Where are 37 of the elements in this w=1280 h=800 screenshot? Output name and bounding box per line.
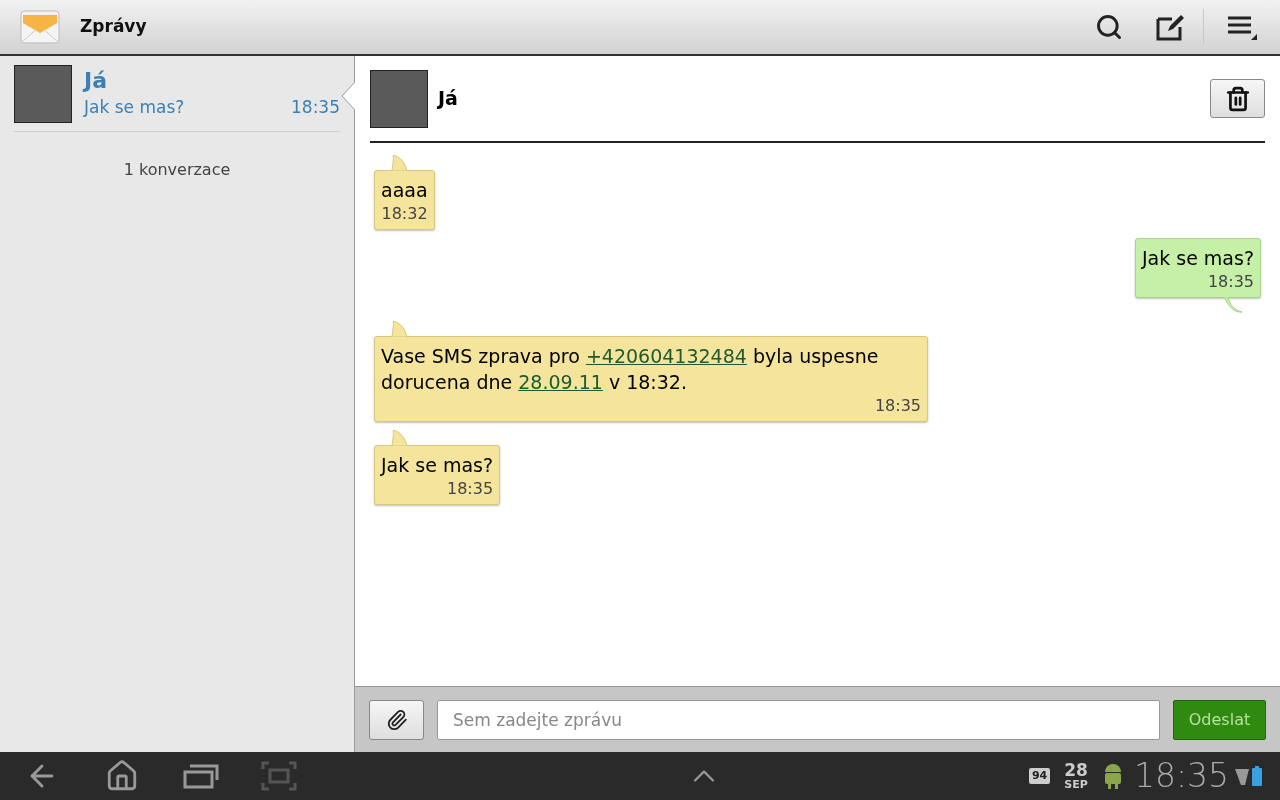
- conversation-count: 1 konverzace: [123, 159, 231, 181]
- search-icon: [1095, 13, 1123, 41]
- message-snippet: Jak se mas?: [84, 95, 185, 119]
- message-time: 18:35: [291, 95, 340, 119]
- menu-icon: [1227, 14, 1257, 40]
- recent-apps-icon: [183, 762, 219, 790]
- conversation-item[interactable]: Já Jak se mas? 18:35: [14, 56, 340, 132]
- screenshot-icon: [261, 761, 297, 791]
- photo-placeholder: [14, 64, 72, 123]
- envelope-icon: [20, 7, 60, 47]
- message-text: aaaa: [381, 178, 428, 203]
- message-time: 18:35: [446, 478, 494, 500]
- delete-button[interactable]: [1210, 79, 1265, 118]
- notification-badge: 94: [1028, 767, 1051, 785]
- calendar-month: SEP: [1064, 779, 1088, 790]
- message-time: 18:35: [874, 395, 921, 417]
- contact-name: Já: [438, 86, 458, 112]
- compose-icon: [1156, 13, 1186, 41]
- message-text: Vase SMS zprava pro +420604132484 byla uspesne dorucena dne 28.09.11 v 18:32.: [381, 344, 880, 395]
- message-link[interactable]: +420604132484: [585, 345, 747, 367]
- status-clock: 18:35: [1133, 755, 1229, 798]
- message-link[interactable]: 28.09.11: [518, 371, 603, 393]
- message-text: Jak se mas?: [381, 453, 494, 478]
- calendar-day: 28: [1064, 762, 1088, 779]
- contact-name: Já: [84, 66, 109, 95]
- attach-button[interactable]: [369, 699, 424, 740]
- message-text: Jak se mas?: [1141, 246, 1254, 271]
- paperclip-icon: [385, 708, 408, 731]
- trash-icon: [1224, 85, 1251, 112]
- battery-icon: [1252, 766, 1262, 786]
- message-time: 18:32: [381, 203, 428, 225]
- message-input[interactable]: Sem zadejte zprávu: [437, 699, 1160, 740]
- signal-icon: [1235, 767, 1249, 785]
- home-icon: [105, 759, 139, 793]
- app-title: Zprávy: [80, 15, 147, 39]
- photo-placeholder: [370, 69, 428, 128]
- message-time: 18:35: [1207, 271, 1254, 293]
